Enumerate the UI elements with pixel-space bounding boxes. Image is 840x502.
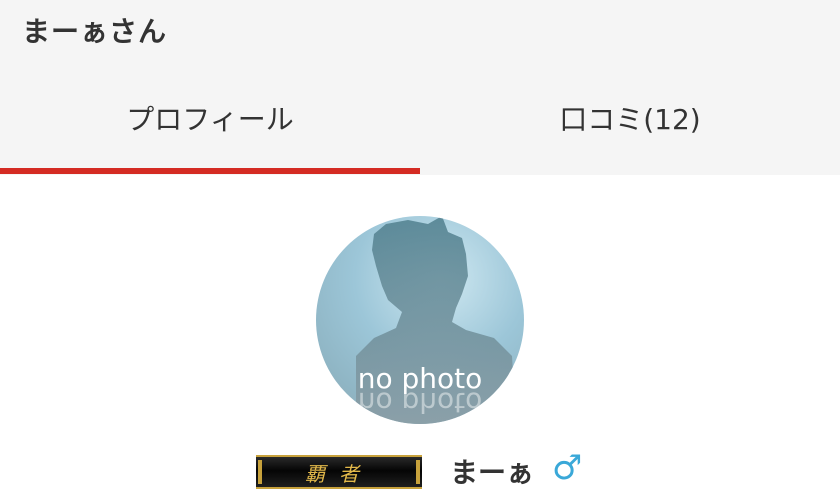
tab-reviews[interactable]: 口コミ(12) bbox=[420, 60, 840, 175]
user-name: まーぁ bbox=[450, 456, 535, 489]
tab-reviews-label: 口コミ(12) bbox=[559, 102, 701, 136]
tab-bar: プロフィール 口コミ(12) bbox=[0, 60, 840, 175]
no-photo-reflection: no photo bbox=[357, 386, 483, 419]
rank-badge: 覇者 bbox=[256, 455, 422, 489]
profile-content: no photo no photo 覇者 まーぁ ♂ bbox=[0, 175, 840, 502]
tab-profile[interactable]: プロフィール bbox=[0, 60, 420, 175]
page-header: まーぁさん bbox=[0, 0, 840, 60]
page-title: まーぁさん bbox=[22, 15, 168, 48]
male-icon: ♂ bbox=[552, 448, 583, 488]
avatar: no photo no photo bbox=[316, 216, 524, 424]
tab-profile-label: プロフィール bbox=[126, 102, 294, 136]
active-tab-indicator bbox=[0, 168, 420, 174]
